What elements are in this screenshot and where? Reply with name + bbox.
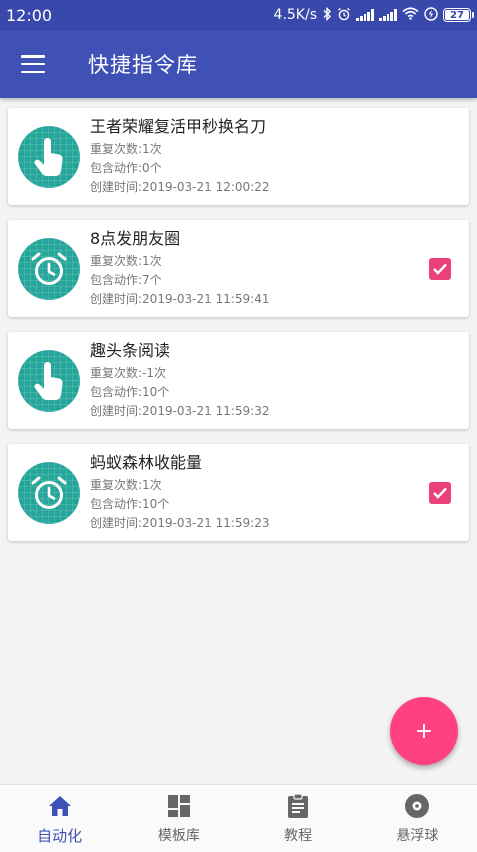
nav-label: 悬浮球 — [396, 828, 439, 844]
nav-label: 模板库 — [157, 828, 200, 844]
add-shortcut-button[interactable]: + — [390, 697, 458, 765]
touch-icon — [18, 125, 80, 188]
shortcut-list: 王者荣耀复活甲秒换名刀 重复次数:1次 包含动作:0个 创建时间:2019-03… — [8, 108, 469, 556]
clipboard-icon — [287, 792, 309, 820]
network-speed: 4.5K/s — [273, 7, 317, 23]
nav-item-templates[interactable]: 模板库 — [119, 785, 238, 852]
shortcut-card[interactable]: 王者荣耀复活甲秒换名刀 重复次数:1次 包含动作:0个 创建时间:2019-03… — [8, 108, 469, 205]
menu-button[interactable] — [0, 30, 66, 98]
hamburger-icon — [21, 55, 45, 73]
enabled-checkbox[interactable] — [429, 258, 451, 280]
home-icon — [47, 792, 73, 820]
repeat-count: 重复次数:1次 — [90, 254, 162, 268]
repeat-count: 重复次数:-1次 — [90, 366, 167, 380]
shortcut-title: 趣头条阅读 — [90, 341, 171, 360]
status-indicators: 4.5K/s 27 — [273, 6, 474, 24]
created-time: 创建时间:2019-03-21 11:59:32 — [90, 404, 270, 418]
charging-icon — [424, 6, 438, 24]
created-time: 创建时间:2019-03-21 11:59:41 — [90, 292, 270, 306]
alarm-clock-icon — [18, 461, 80, 524]
nav-item-automation[interactable]: 自动化 — [0, 785, 119, 852]
card-body: 趣头条阅读 重复次数:-1次 包含动作:10个 创建时间:2019-03-21 … — [90, 340, 469, 421]
bluetooth-icon — [322, 6, 332, 24]
repeat-count: 重复次数:1次 — [90, 478, 162, 492]
wifi-icon — [402, 7, 419, 23]
shortcut-title: 蚂蚁森林收能量 — [90, 453, 203, 472]
app-bar: 快捷指令库 — [0, 30, 477, 98]
battery-icon: 27 — [443, 8, 474, 22]
shortcut-card[interactable]: 8点发朋友圈 重复次数:1次 包含动作:7个 创建时间:2019-03-21 1… — [8, 220, 469, 317]
status-bar: 12:00 4.5K/s 27 — [0, 0, 477, 30]
page-title: 快捷指令库 — [88, 53, 198, 77]
action-count: 包含动作:7个 — [90, 273, 162, 287]
enabled-checkbox[interactable] — [429, 482, 451, 504]
nav-item-tutorial[interactable]: 教程 — [239, 785, 358, 852]
created-time: 创建时间:2019-03-21 12:00:22 — [90, 180, 270, 194]
dashboard-icon — [167, 792, 191, 820]
nav-label: 教程 — [284, 828, 313, 844]
shortcut-card[interactable]: 趣头条阅读 重复次数:-1次 包含动作:10个 创建时间:2019-03-21 … — [8, 332, 469, 429]
action-count: 包含动作:10个 — [90, 385, 170, 399]
card-body: 王者荣耀复活甲秒换名刀 重复次数:1次 包含动作:0个 创建时间:2019-03… — [90, 116, 469, 197]
repeat-count: 重复次数:1次 — [90, 142, 162, 156]
card-body: 8点发朋友圈 重复次数:1次 包含动作:7个 创建时间:2019-03-21 1… — [90, 228, 469, 309]
checkmark-icon — [433, 487, 447, 499]
created-time: 创建时间:2019-03-21 11:59:23 — [90, 516, 270, 530]
disc-icon — [404, 792, 430, 820]
nav-item-floating-ball[interactable]: 悬浮球 — [358, 785, 477, 852]
signal-icon — [356, 9, 374, 21]
touch-icon — [18, 349, 80, 412]
status-time: 12:00 — [6, 5, 53, 25]
battery-level: 27 — [450, 9, 464, 21]
shortcut-card[interactable]: 蚂蚁森林收能量 重复次数:1次 包含动作:10个 创建时间:2019-03-21… — [8, 444, 469, 541]
shortcut-title: 8点发朋友圈 — [90, 229, 181, 248]
nav-label: 自动化 — [37, 826, 83, 845]
action-count: 包含动作:0个 — [90, 161, 162, 175]
alarm-icon — [337, 7, 351, 24]
checkmark-icon — [433, 263, 447, 275]
shortcut-title: 王者荣耀复活甲秒换名刀 — [90, 117, 267, 136]
plus-icon: + — [414, 718, 434, 744]
card-body: 蚂蚁森林收能量 重复次数:1次 包含动作:10个 创建时间:2019-03-21… — [90, 452, 469, 533]
alarm-clock-icon — [18, 237, 80, 300]
signal-icon-2 — [379, 9, 397, 21]
bottom-nav: 自动化 模板库 教程 悬浮球 — [0, 784, 477, 852]
action-count: 包含动作:10个 — [90, 497, 170, 511]
